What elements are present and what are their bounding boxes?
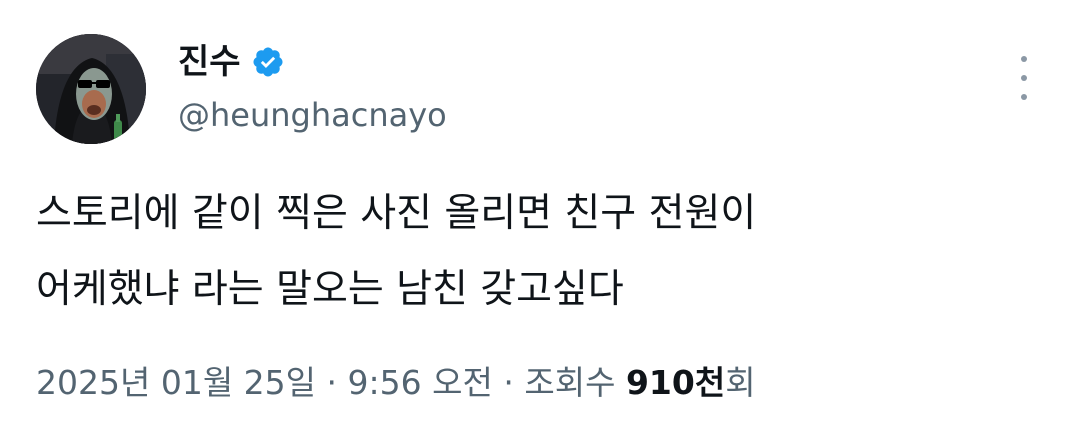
meta-separator: · [326, 363, 338, 402]
profile-avatar-icon [36, 34, 146, 144]
profile-avatar[interactable] [36, 34, 146, 144]
tweet-text-line: 스토리에 같이 찍은 사진 올리면 친구 전원이 [36, 191, 757, 236]
verified-badge-icon [253, 47, 283, 77]
tweet-text-line: 어케했냐 라는 말오는 남친 갖고싶다 [36, 267, 624, 312]
display-name[interactable]: 진수 [178, 38, 241, 86]
views-suffix: 회 [725, 363, 756, 402]
more-options-button[interactable] [1006, 56, 1042, 100]
tweet-card: 진수 @heunghacnayo 스토리에 같이 찍은 사진 올리면 친구 전원… [0, 0, 1079, 435]
tweet-time[interactable]: 9:56 오전 [348, 363, 493, 402]
more-vertical-icon-dot [1021, 75, 1027, 81]
tweet-date[interactable]: 2025년 01월 25일 [36, 363, 316, 402]
tweet-meta: 2025년 01월 25일 · 9:56 오전 · 조회수 910천회 [36, 358, 756, 408]
meta-separator: · [503, 363, 514, 402]
views-count[interactable]: 910천 [626, 363, 725, 402]
author-name-row: 진수 [178, 38, 285, 86]
author-handle[interactable]: @heunghacnayo [178, 92, 447, 138]
more-vertical-icon-dot [1021, 94, 1027, 100]
views-label: 조회수 [524, 363, 616, 402]
more-vertical-icon [1021, 56, 1027, 62]
tweet-text: 스토리에 같이 찍은 사진 올리면 친구 전원이 어케했냐 라는 말오는 남친 … [36, 176, 1046, 328]
